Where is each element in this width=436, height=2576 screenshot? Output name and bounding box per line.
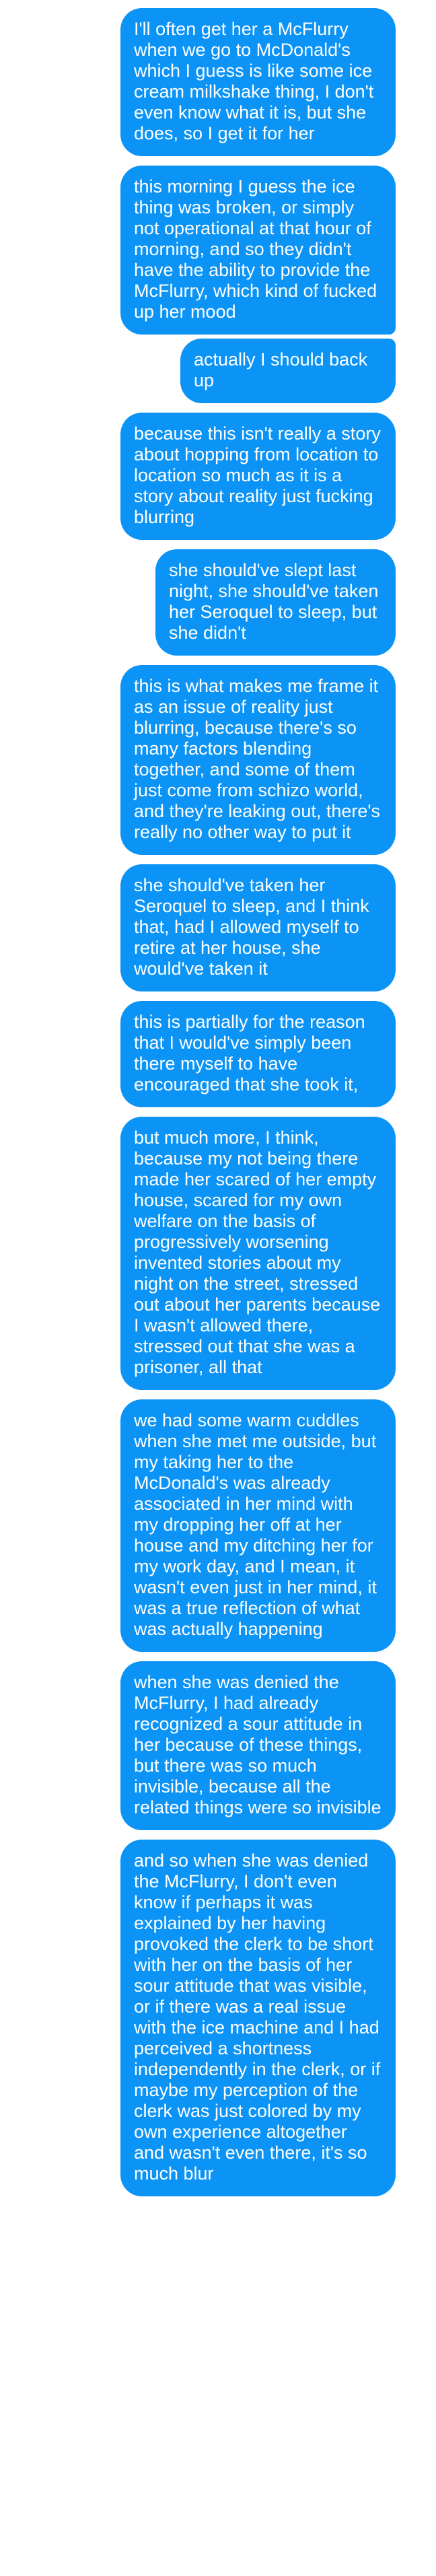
- message-bubble: this morning I guess the ice thing was b…: [120, 166, 396, 335]
- message-bubble: and so when she was denied the McFlurry,…: [120, 1840, 396, 2196]
- message-bubble: I'll often get her a McFlurry when we go…: [120, 8, 396, 156]
- message-bubble: she should've slept last night, she shou…: [155, 549, 396, 656]
- message-bubble: she should've taken her Seroquel to slee…: [120, 864, 396, 991]
- message-bubble: but much more, I think, because my not b…: [120, 1117, 396, 1390]
- message-bubble: this is what makes me frame it as an iss…: [120, 665, 396, 855]
- message-bubble: when she was denied the McFlurry, I had …: [120, 1661, 396, 1830]
- message-bubble: this is partially for the reason that I …: [120, 1001, 396, 1107]
- message-bubble: we had some warm cuddles when she met me…: [120, 1399, 396, 1652]
- message-bubble: because this isn't really a story about …: [120, 413, 396, 540]
- message-bubble: actually I should back up: [180, 339, 396, 403]
- message-thread: I'll often get her a McFlurry when we go…: [0, 0, 436, 2576]
